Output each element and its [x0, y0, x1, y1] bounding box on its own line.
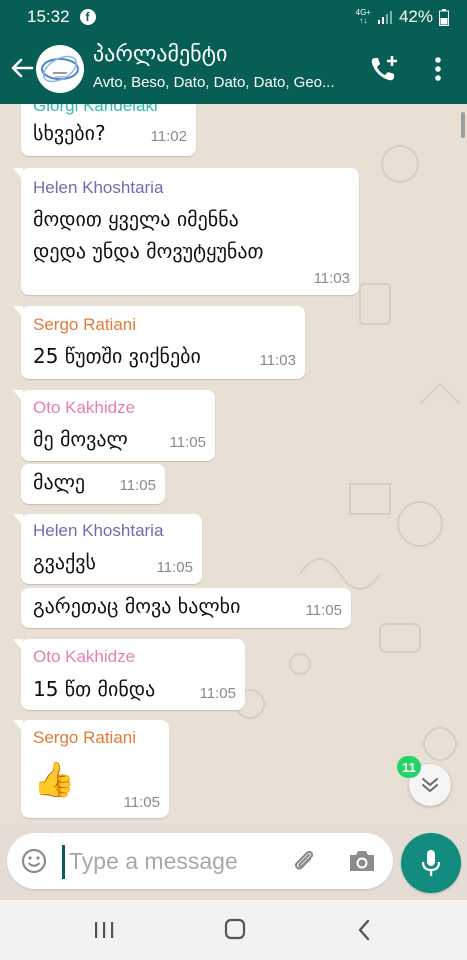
arrow-left-icon[interactable] — [8, 54, 36, 82]
message-bubble[interactable]: Sergo Ratiani 25 წუთში ვიქნები 11:03 — [13, 306, 305, 379]
bubble-tail — [13, 720, 23, 732]
double-chevron-down-icon — [422, 778, 438, 792]
message-bubble[interactable]: Helen Khoshtaria გვაქვს 11:05 — [13, 514, 202, 584]
home-icon[interactable] — [224, 918, 246, 940]
message-sender: Helen Khoshtaria — [33, 521, 164, 540]
signal-icon — [377, 11, 392, 24]
message-text: მე მოვალ — [33, 427, 128, 451]
chat-header: პარლამენტი Avto, Beso, Dato, Dato, Dato,… — [0, 34, 467, 104]
message-bubble[interactable]: Sergo Ratiani 👍 11:05 — [13, 720, 169, 818]
battery-percent: 42% — [398, 7, 433, 26]
chat-title[interactable]: პარლამენტი — [93, 42, 227, 67]
message-time: 11:03 — [313, 270, 350, 287]
message-text: გარეთაც მოვა ხალხი — [33, 594, 241, 618]
network-type: 4G+ ↑↓ — [356, 9, 371, 25]
chat-participants[interactable]: Avto, Beso, Dato, Dato, Dato, Geo... — [93, 74, 355, 91]
battery-icon — [439, 8, 449, 26]
bubble-tail — [13, 639, 23, 651]
message-text: 25 წუთში ვიქნები — [33, 344, 201, 368]
bubble-tail — [13, 514, 23, 526]
message-bubble[interactable]: Oto Kakhidze 15 წთ მინდა 11:05 — [13, 639, 245, 710]
emoji-icon[interactable] — [21, 848, 47, 874]
bubble-tail — [13, 390, 23, 402]
message-bubble[interactable]: Oto Kakhidze მე მოვალ 11:05 — [13, 390, 215, 461]
group-logo-icon — [41, 55, 79, 83]
message-bubble[interactable]: Helen Khoshtaria მოდით ყველა იმენნა დედა… — [13, 168, 359, 295]
bubble-tail — [13, 306, 23, 318]
scrollbar[interactable] — [461, 112, 465, 138]
thumbs-up-emoji: 👍 — [33, 760, 76, 800]
message-sender: Oto Kakhidze — [33, 398, 136, 417]
bubble-tail — [13, 168, 23, 180]
message-time: 11:05 — [199, 685, 236, 702]
message-text: გვაქვს — [33, 550, 96, 574]
message-sender: Giorgi Kandelaki — [33, 104, 158, 115]
paperclip-icon[interactable] — [290, 847, 318, 875]
facebook-icon: f — [79, 9, 96, 25]
message-list[interactable]: Giorgi Kandelaki სხვები? 11:02 Helen Kho… — [0, 104, 467, 824]
recent-apps-icon[interactable] — [93, 920, 115, 940]
message-sender: Sergo Ratiani — [33, 728, 137, 747]
status-bar: 15:32 f 4G+ ↑↓ 42% — [0, 0, 467, 34]
message-bubble[interactable]: Giorgi Kandelaki სხვები? 11:02 — [21, 104, 196, 156]
status-time: 15:32 — [27, 7, 70, 26]
voice-message-button[interactable] — [401, 833, 461, 893]
message-sender: Oto Kakhidze — [33, 647, 136, 666]
message-time: 11:05 — [119, 477, 156, 494]
message-text: 15 წთ მინდა — [33, 677, 156, 701]
message-time: 11:05 — [169, 434, 206, 451]
text-cursor — [62, 845, 65, 879]
system-navigation-bar — [0, 900, 467, 960]
kebab-menu-icon[interactable] — [428, 54, 448, 84]
message-sender: Helen Khoshtaria — [33, 178, 164, 197]
camera-icon[interactable] — [347, 848, 377, 874]
status-indicators: 4G+ ↑↓ 42% — [356, 7, 449, 27]
add-call-icon[interactable] — [368, 54, 400, 84]
message-text: მალე — [33, 470, 86, 494]
message-time: 11:02 — [150, 128, 187, 145]
network-activity-icon: ↑↓ — [359, 16, 368, 25]
message-time: 11:05 — [156, 559, 193, 576]
group-avatar[interactable] — [36, 45, 84, 93]
message-text: სხვები? — [33, 121, 106, 145]
message-time: 11:03 — [259, 352, 296, 369]
message-composer — [7, 833, 393, 889]
message-bubble[interactable]: გარეთაც მოვა ხალხი 11:05 — [21, 588, 351, 628]
message-input[interactable] — [69, 842, 279, 880]
back-nav-icon[interactable] — [356, 918, 372, 942]
message-text: დედა უნდა მოვუტყუნათ — [33, 239, 264, 263]
message-time: 11:05 — [123, 794, 160, 811]
message-bubble[interactable]: მალე 11:05 — [21, 464, 165, 504]
microphone-icon — [421, 850, 441, 876]
unread-count-badge[interactable]: 11 — [397, 756, 421, 778]
message-sender: Sergo Ratiani — [33, 315, 137, 334]
message-time: 11:05 — [305, 602, 342, 619]
message-text: მოდით ყველა იმენნა — [33, 207, 239, 231]
